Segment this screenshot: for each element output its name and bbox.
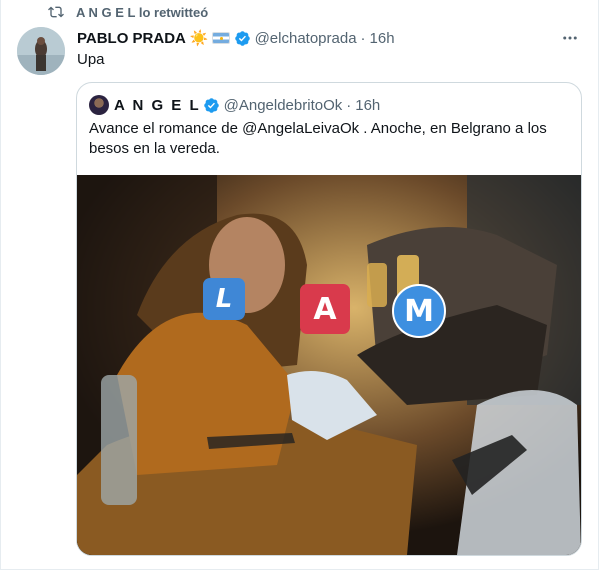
verified-badge-icon — [203, 97, 219, 113]
quoted-text-line2: besos en la vereda. — [89, 140, 220, 157]
author-handle[interactable]: @elchatoprada — [255, 30, 357, 47]
more-options-button[interactable] — [560, 28, 580, 48]
lam-badge-m: M — [392, 284, 446, 338]
quoted-timestamp[interactable]: 16h — [355, 97, 380, 114]
quoted-handle[interactable]: @AngeldebritoOk — [224, 97, 343, 114]
author-avatar[interactable] — [17, 27, 65, 75]
sun-emoji: ☀️ — [189, 30, 209, 47]
quoted-avatar[interactable] — [89, 95, 109, 115]
quoted-text-line1: Avance el romance de @AngelaLeivaOk . An… — [89, 120, 547, 137]
author-name[interactable]: PABLO PRADA — [77, 30, 186, 47]
tweet-card[interactable]: A N G E L lo retwitteó PABLO PRADA ☀️ @e… — [0, 0, 599, 570]
quoted-media-photo[interactable]: L A M — [77, 175, 581, 555]
quoted-author-name[interactable]: A N G E L — [114, 97, 201, 114]
verified-badge-icon — [234, 30, 250, 46]
quoted-tweet[interactable]: A N G E L @AngeldebritoOk · 16h Avance e… — [76, 82, 582, 556]
meta-separator: · — [346, 96, 352, 114]
quoted-text: Avance el romance de @AngelaLeivaOk . An… — [89, 119, 559, 159]
argentina-flag-icon — [211, 32, 230, 44]
tweet-text: Upa — [77, 51, 105, 68]
tweet-header: PABLO PRADA ☀️ @elchatoprada · 16h — [77, 28, 582, 48]
more-icon — [563, 36, 577, 40]
retweet-context: A N G E L lo retwitteó — [48, 3, 208, 21]
quoted-header: A N G E L @AngeldebritoOk · 16h — [89, 95, 380, 115]
retweet-label[interactable]: A N G E L lo retwitteó — [76, 5, 208, 20]
lam-badge-a: A — [300, 284, 350, 334]
meta-separator: · — [360, 29, 366, 47]
lam-badge-l: L — [203, 278, 245, 320]
tweet-timestamp[interactable]: 16h — [370, 30, 395, 47]
retweet-icon — [48, 6, 64, 18]
